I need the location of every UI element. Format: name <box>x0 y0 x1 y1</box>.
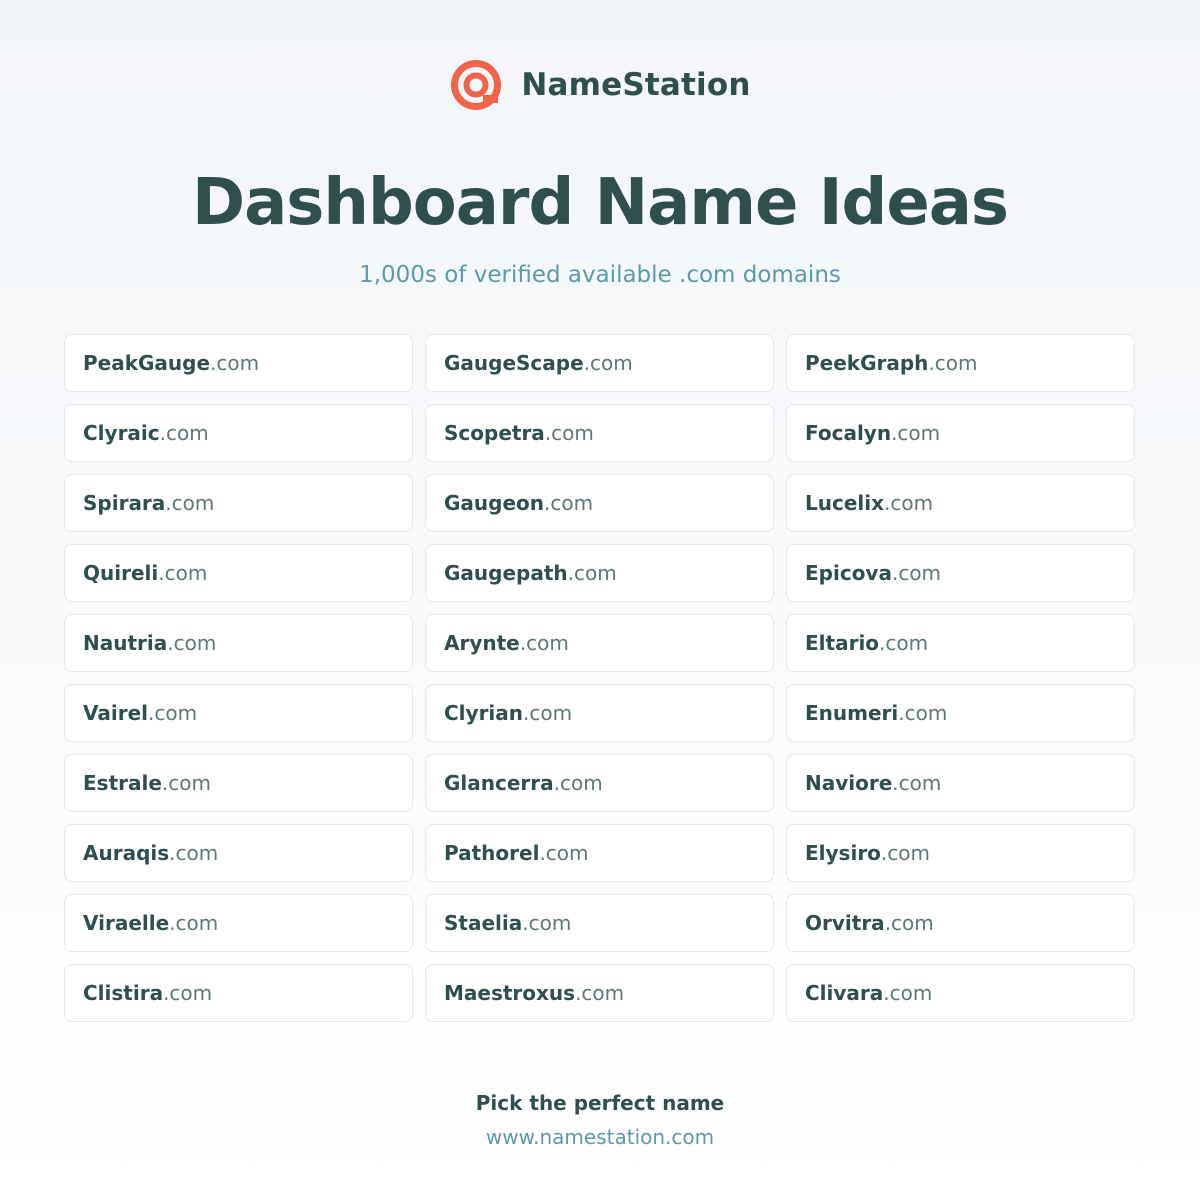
domain-tld: .com <box>898 701 948 725</box>
domain-tld: .com <box>169 911 219 935</box>
namestation-logo-icon <box>451 60 502 110</box>
domain-name: Nautria <box>83 631 168 655</box>
domain-name: Lucelix <box>805 491 885 515</box>
domain-card[interactable]: Eltario .com <box>786 614 1135 672</box>
domain-tld: .com <box>158 561 208 585</box>
domain-tld: .com <box>161 771 211 795</box>
domain-tld: .com <box>539 841 589 865</box>
domain-card[interactable]: Auraqis .com <box>64 824 413 882</box>
domain-name: Vairel <box>83 701 149 725</box>
domain-card[interactable]: Epicova .com <box>786 544 1135 602</box>
domain-tld: .com <box>553 771 603 795</box>
domain-tld: .com <box>879 631 929 655</box>
domain-tld: .com <box>148 701 198 725</box>
domain-name: Arynte <box>444 631 520 655</box>
domain-tld: .com <box>567 561 617 585</box>
domain-card[interactable]: PeekGraph .com <box>786 334 1135 392</box>
domain-name: Eltario <box>805 631 880 655</box>
domain-card[interactable]: Elysiro .com <box>786 824 1135 882</box>
domain-card[interactable]: Glancerra .com <box>425 754 774 812</box>
domain-card[interactable]: Gaugepath .com <box>425 544 774 602</box>
domain-tld: .com <box>210 351 260 375</box>
domain-grid: PeakGauge .com GaugeScape .com PeekGraph .com… <box>64 334 1135 1022</box>
domain-card[interactable]: Scopetra .com <box>425 404 774 462</box>
domain-card[interactable]: Clyrian .com <box>425 684 774 742</box>
domain-name: Estrale <box>83 771 162 795</box>
domain-tld: .com <box>891 421 941 445</box>
domain-tld: .com <box>544 421 594 445</box>
domain-name: Gaugeon <box>444 491 545 515</box>
domain-tld: .com <box>583 351 633 375</box>
domain-card[interactable]: Spirara .com <box>64 474 413 532</box>
page-title: Dashboard Name Ideas <box>191 166 1009 240</box>
domain-card[interactable]: Vairel .com <box>64 684 413 742</box>
domain-name: Clivara <box>805 981 884 1005</box>
domain-tld: .com <box>883 981 933 1005</box>
domain-card[interactable]: Gaugeon .com <box>425 474 774 532</box>
domain-name: Clyraic <box>83 421 160 445</box>
domain-name: PeakGauge <box>83 351 211 375</box>
domain-name: Spirara <box>83 491 166 515</box>
domain-name: PeekGraph <box>805 351 929 375</box>
domain-tld: .com <box>522 911 572 935</box>
domain-tld: .com <box>928 351 978 375</box>
domain-card[interactable]: Clivara .com <box>786 964 1135 1022</box>
domain-name: Gaugepath <box>444 561 568 585</box>
domain-name: Glancerra <box>444 771 554 795</box>
domain-name: Viraelle <box>83 911 170 935</box>
domain-tld: .com <box>891 561 942 585</box>
domain-tld: .com <box>519 631 569 655</box>
domain-name: GaugeScape <box>444 351 584 375</box>
domain-card[interactable]: Arynte .com <box>425 614 774 672</box>
domain-card[interactable]: Clistira .com <box>64 964 413 1022</box>
domain-name: Quireli <box>83 561 159 585</box>
domain-tld: .com <box>544 491 594 515</box>
domain-card[interactable]: Viraelle .com <box>64 894 413 952</box>
footer-url-link[interactable]: www.namestation.com <box>0 1125 1200 1149</box>
domain-tld: .com <box>523 701 573 725</box>
footer-cta: Pick the perfect name <box>475 1091 725 1115</box>
domain-name: Clistira <box>83 981 164 1005</box>
domain-name: Focalyn <box>805 421 892 445</box>
domain-tld: .com <box>884 911 934 935</box>
domain-name: Epicova <box>805 561 892 585</box>
domain-tld: .com <box>575 981 625 1005</box>
brand-header: NameStation <box>0 58 1200 112</box>
domain-tld: .com <box>167 631 217 655</box>
domain-tld: .com <box>159 421 209 445</box>
domain-card[interactable]: Nautria .com <box>64 614 413 672</box>
domain-card[interactable]: Pathorel .com <box>425 824 774 882</box>
domain-card[interactable]: Enumeri .com <box>786 684 1135 742</box>
domain-name: Enumeri <box>805 701 899 725</box>
domain-name: Scopetra <box>444 421 545 445</box>
domain-name: Maestroxus <box>444 981 576 1005</box>
domain-card[interactable]: Lucelix .com <box>786 474 1135 532</box>
domain-name: Naviore <box>805 771 893 795</box>
domain-tld: .com <box>884 491 934 515</box>
domain-card[interactable]: Staelia .com <box>425 894 774 952</box>
domain-card[interactable]: GaugeScape .com <box>425 334 774 392</box>
domain-card[interactable]: Estrale .com <box>64 754 413 812</box>
domain-tld: .com <box>163 981 213 1005</box>
domain-name: Pathorel <box>444 841 540 865</box>
domain-name: Clyrian <box>444 701 524 725</box>
domain-card[interactable]: Naviore .com <box>786 754 1135 812</box>
domain-name: Staelia <box>444 911 523 935</box>
domain-card[interactable]: Maestroxus .com <box>425 964 774 1022</box>
domain-tld: .com <box>169 841 219 865</box>
domain-name: Auraqis <box>83 841 170 865</box>
brand-name: NameStation <box>521 67 751 103</box>
domain-card[interactable]: PeakGauge .com <box>64 334 413 392</box>
domain-name: Orvitra <box>805 911 885 935</box>
domain-tld: .com <box>880 841 930 865</box>
domain-tld: .com <box>892 771 942 795</box>
domain-tld: .com <box>165 491 215 515</box>
domain-card[interactable]: Clyraic .com <box>64 404 413 462</box>
domain-card[interactable]: Focalyn .com <box>786 404 1135 462</box>
page-subtitle: 1,000s of verified available .com domain… <box>359 262 841 288</box>
domain-card[interactable]: Orvitra .com <box>786 894 1135 952</box>
domain-name: Elysiro <box>805 841 881 865</box>
domain-card[interactable]: Quireli .com <box>64 544 413 602</box>
